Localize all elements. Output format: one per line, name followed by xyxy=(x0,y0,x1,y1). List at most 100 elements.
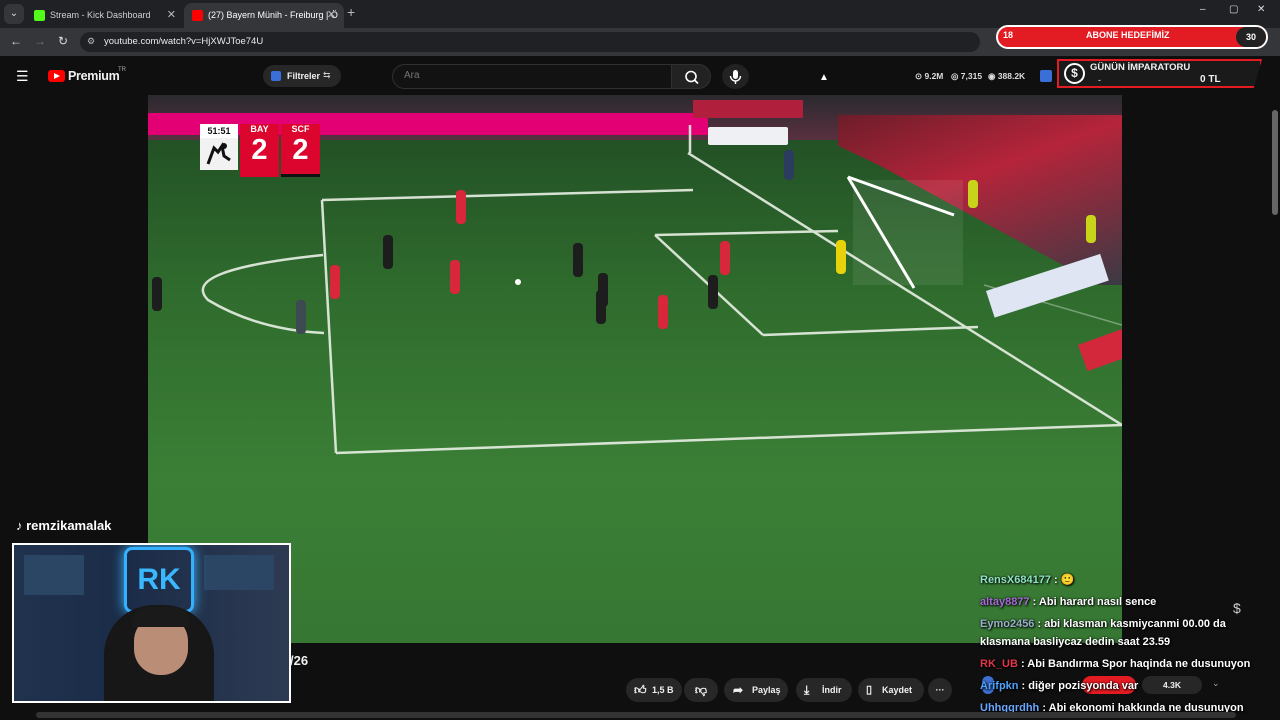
dollar-coin-icon: $ xyxy=(1064,63,1085,84)
player xyxy=(708,275,718,309)
microphone-icon xyxy=(729,70,742,84)
player xyxy=(784,150,794,180)
close-tab-icon[interactable]: ✕ xyxy=(327,3,336,28)
more-actions-button[interactable]: ··· xyxy=(928,678,952,702)
search-button[interactable] xyxy=(671,64,711,89)
pitch-markings xyxy=(201,125,1122,455)
youtube-logo-icon[interactable] xyxy=(48,70,65,82)
away-team-score: SCF 2 xyxy=(281,124,320,174)
chat-message: Arifpkn : diğer pozisyonda var xyxy=(980,680,1139,692)
thumbs-up-icon: 👍︎ xyxy=(634,683,647,697)
extension-icon[interactable] xyxy=(1040,70,1052,82)
chat-message-continued: klasmana basliycaz dedin saat 23.59 xyxy=(980,636,1170,648)
shelf xyxy=(204,555,274,590)
player xyxy=(450,260,460,294)
chat-username: RK_UB xyxy=(980,658,1018,670)
youtube-icon xyxy=(192,10,203,21)
download-icon: ⤓ xyxy=(804,683,810,697)
player xyxy=(596,290,606,324)
new-tab-button[interactable]: + xyxy=(347,4,355,20)
chat-text: Abi harard nasıl sence xyxy=(1038,596,1157,608)
chat-username: altay8877 xyxy=(980,596,1030,608)
bookmark-icon: ▯ xyxy=(866,684,873,696)
neon-logo-sign: RK xyxy=(124,547,194,613)
player xyxy=(573,243,583,277)
browser-tab-youtube[interactable]: (27) Bayern Münih - Freiburg | Ö ✕ xyxy=(184,3,344,28)
chat-text: 🙂 xyxy=(1060,574,1075,586)
streamer-hair xyxy=(132,607,190,627)
forward-icon[interactable]: → xyxy=(34,34,46,48)
chat-username: RensX684177 xyxy=(980,574,1051,586)
top-donor-amount: 0 TL xyxy=(1200,74,1221,85)
chat-message: Eymo2456 : abi klasman kasmiycanmi 00.00… xyxy=(980,618,1226,630)
tab-label: (27) Bayern Münih - Freiburg | Ö xyxy=(208,10,338,20)
steward xyxy=(1086,215,1096,243)
filters-label: Filtreler xyxy=(287,71,321,81)
minimize-button[interactable]: – xyxy=(1200,4,1206,15)
chat-text: Abi Bandırma Spor haqinda ne dusunuyon xyxy=(1027,658,1251,670)
away-team-stripe xyxy=(281,174,320,177)
away-team-name: SCF xyxy=(291,124,310,134)
subscriber-goal-title: ABONE HEDEFİMİZ xyxy=(1086,30,1170,40)
save-label: Kaydet xyxy=(882,685,913,695)
chevron-down-icon[interactable]: ⌄ xyxy=(1212,678,1220,689)
maximize-button[interactable]: ▢ xyxy=(1229,4,1238,15)
search-input[interactable] xyxy=(404,70,654,81)
tab-label: Stream - Kick Dashboard xyxy=(50,10,151,20)
viewers-stat: ◎ 7,315 xyxy=(951,71,983,81)
horizontal-scrollbar[interactable] xyxy=(36,712,1236,718)
views-stat: ⊙ 9.2M xyxy=(915,71,944,81)
steward xyxy=(968,180,978,208)
browser-tab-kick[interactable]: Stream - Kick Dashboard ✕ xyxy=(26,3,184,28)
close-tab-icon[interactable]: ✕ xyxy=(167,3,176,28)
chat-message: altay8877 : Abi harard nasıl sence xyxy=(980,596,1157,608)
away-score: 2 xyxy=(292,134,309,166)
shelf xyxy=(24,555,84,595)
streamer-handle-text: remzikamalak xyxy=(26,518,112,533)
download-label: İndir xyxy=(822,685,842,695)
share-button[interactable]: ➦ Paylaş xyxy=(724,678,788,702)
chat-text: abi klasman kasmiycanmi 00.00 da xyxy=(1044,618,1226,630)
youtube-premium-label[interactable]: Premium xyxy=(68,69,120,83)
reload-icon[interactable]: ↻ xyxy=(58,34,68,48)
share-label: Paylaş xyxy=(752,685,781,695)
subscriber-goal-target: 30 xyxy=(1236,27,1266,47)
save-button[interactable]: ▯ Kaydet xyxy=(858,678,924,702)
voice-search-button[interactable] xyxy=(722,64,749,89)
subscriber-count: 18 xyxy=(1003,30,1014,40)
player xyxy=(383,235,393,269)
site-info-icon[interactable]: ⚙ xyxy=(87,36,95,47)
player xyxy=(330,265,340,299)
extension-icon xyxy=(271,71,281,81)
likes-value: 388.2K xyxy=(997,71,1026,81)
vertical-scrollbar[interactable] xyxy=(1272,110,1278,215)
chat-message: RK_UB : Abi Bandırma Spor haqinda ne dus… xyxy=(980,658,1251,670)
download-button[interactable]: ⤓ İndir xyxy=(796,678,852,702)
search-icon xyxy=(685,70,699,85)
chat-text: diğer pozisyonda var xyxy=(1028,680,1139,692)
share-icon: ➦ xyxy=(733,683,744,697)
player xyxy=(296,300,306,334)
like-button[interactable]: 👍︎ 1,5 B xyxy=(626,678,682,702)
back-icon[interactable]: ← xyxy=(10,34,22,48)
tab-search-button[interactable]: ⌄ xyxy=(4,4,24,24)
home-team-name: BAY xyxy=(250,124,269,134)
menu-icon[interactable]: ☰ xyxy=(16,68,29,85)
home-team-stripe xyxy=(240,174,279,177)
streamer-handle: ♪ remzikamalak xyxy=(16,518,112,533)
close-window-button[interactable]: ✕ xyxy=(1257,4,1265,15)
webcam-overlay: RK xyxy=(12,543,291,703)
thumbs-down-icon: 👎︎ xyxy=(694,683,708,697)
top-donor-title: GÜNÜN İMPARATORU xyxy=(1090,62,1191,73)
tune-icon: ⇆ xyxy=(323,70,331,80)
bundesliga-logo-icon xyxy=(200,138,238,170)
views-value: 9.2M xyxy=(924,71,944,81)
video-title: /26 xyxy=(290,653,309,668)
counter-pill[interactable]: 4.3K xyxy=(1142,676,1202,694)
home-score: 2 xyxy=(251,134,268,166)
address-url[interactable]: youtube.com/watch?v=HjXWJToe74U xyxy=(104,36,263,47)
video-player[interactable] xyxy=(148,95,1122,643)
chat-message: RensX684177 : 🙂 xyxy=(980,574,1075,586)
player xyxy=(152,277,162,311)
dislike-button[interactable]: 👎︎ xyxy=(684,678,718,702)
